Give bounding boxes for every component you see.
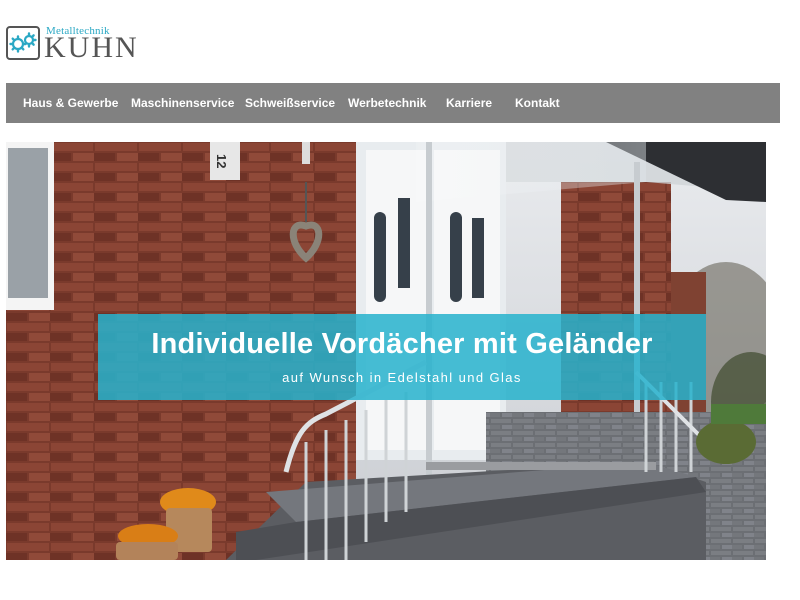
nav-item-werbetechnik[interactable]: Werbetechnik [348, 96, 426, 110]
main-navigation: Haus & Gewerbe Maschinenservice Schweißs… [6, 83, 780, 123]
logo-title: KUHN [44, 31, 139, 64]
nav-item-kontakt[interactable]: Kontakt [515, 96, 560, 110]
gears-icon [6, 26, 40, 60]
nav-item-haus-gewerbe[interactable]: Haus & Gewerbe [23, 96, 118, 110]
hero-subtitle: auf Wunsch in Edelstahl und Glas [282, 370, 522, 385]
house-number: 12 [214, 154, 229, 168]
nav-item-schweissservice[interactable]: Schweißservice [245, 96, 335, 110]
nav-item-karriere[interactable]: Karriere [446, 96, 492, 110]
hero-title: Individuelle Vordächer mit Geländer [151, 328, 653, 360]
site-logo[interactable]: Metalltechnik KUHN [6, 24, 146, 66]
hero-banner: Individuelle Vordächer mit Geländer auf … [98, 314, 706, 400]
hero-slider: 12 Individuelle Vordächer mit Geländer a… [6, 142, 766, 560]
nav-item-maschinenservice[interactable]: Maschinenservice [131, 96, 234, 110]
